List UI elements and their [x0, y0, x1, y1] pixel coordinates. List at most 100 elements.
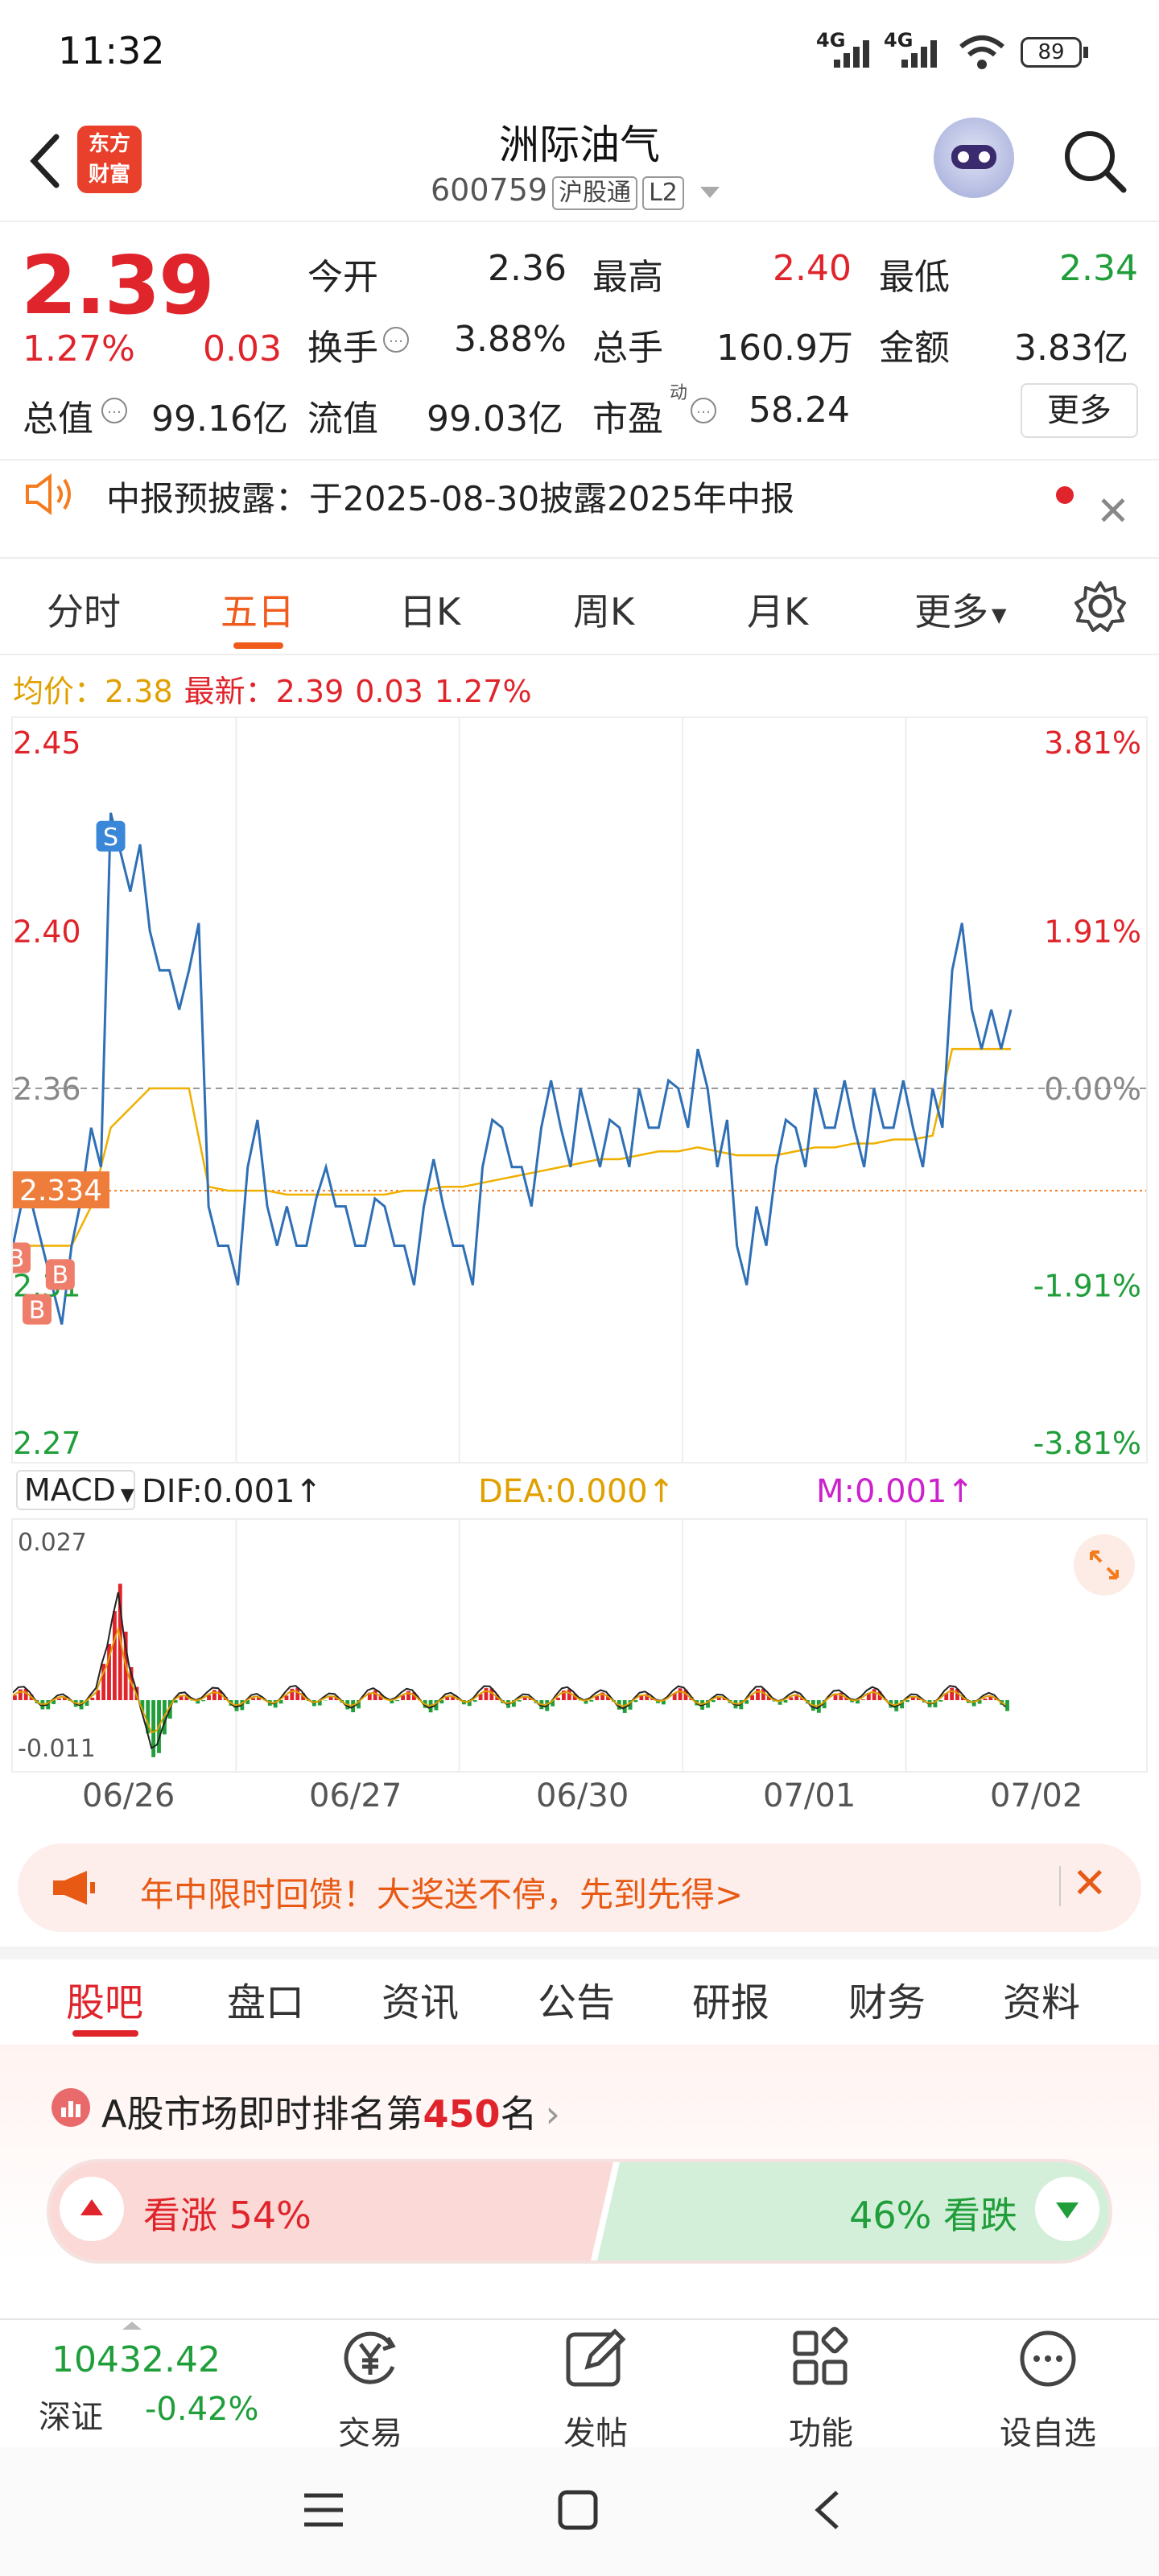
- float-value: 99.03亿: [427, 398, 563, 440]
- settings-gear-icon[interactable]: [1074, 580, 1127, 633]
- macd-m-value: M:0.001: [816, 1473, 947, 1510]
- tag-l2: L2: [642, 176, 684, 210]
- rank-prefix: A股市场即时排名第: [101, 2092, 423, 2136]
- stock-code: 600759: [431, 172, 548, 208]
- tab-news[interactable]: 资讯: [382, 1971, 459, 2027]
- signal-icon-2: [901, 40, 937, 68]
- cursor-price-label: 2.334: [19, 1174, 102, 1208]
- post-edit-icon[interactable]: [563, 2326, 628, 2391]
- tab-guba[interactable]: 股吧: [66, 1971, 143, 2027]
- tab-pankou[interactable]: 盘口: [227, 1971, 304, 2027]
- open-value: 2.36: [488, 248, 567, 289]
- macd-dea-value: DEA:0.000: [478, 1473, 648, 1510]
- tab-monthly-k[interactable]: 月K: [747, 583, 808, 636]
- tab-weekly-k[interactable]: 周K: [573, 583, 634, 636]
- tag-hk-connect: 沪股通: [552, 176, 638, 210]
- tab-profile[interactable]: 资料: [1003, 1971, 1080, 2027]
- price-chart[interactable]: 2.452.402.362.312.27 3.81%1.91%0.00%-1.9…: [2, 716, 1148, 1463]
- macd-bar: [711, 1700, 716, 1703]
- macd-chart[interactable]: 0.027 -0.011: [11, 1518, 1148, 1773]
- vote-up-label[interactable]: 看涨 54%: [143, 2186, 311, 2240]
- menu-icon[interactable]: [301, 2491, 346, 2529]
- search-icon[interactable]: [1062, 129, 1127, 193]
- index-value[interactable]: 10432.42: [52, 2339, 221, 2380]
- tab-daily-k[interactable]: 日K: [399, 583, 460, 636]
- promo-text[interactable]: 年中限时回馈！大奖送不停，先到先得>: [140, 1868, 743, 1917]
- battery-level: 89: [1037, 40, 1065, 64]
- vote-down-label[interactable]: 46% 看跌: [849, 2186, 1017, 2240]
- caret-down-icon: ▼: [992, 603, 1007, 626]
- up-arrow-icon-2: ↑: [647, 1473, 675, 1510]
- macd-bar: [789, 1697, 794, 1700]
- trade-marker-label: B: [13, 1245, 24, 1274]
- macd-bar: [212, 1690, 217, 1700]
- macd-bar: [90, 1697, 95, 1700]
- megaphone-icon: [53, 1871, 95, 1905]
- more-button[interactable]: 更多: [1021, 383, 1138, 438]
- y-tick-right: 3.81%: [1044, 725, 1141, 761]
- macd-bar: [1005, 1700, 1009, 1711]
- more-circle-icon[interactable]: [1016, 2326, 1080, 2391]
- y-tick-right: 1.91%: [1044, 914, 1141, 949]
- rank-text[interactable]: A股市场即时排名第450名 ›: [101, 2085, 560, 2138]
- index-name[interactable]: 深证: [39, 2391, 103, 2438]
- up-arrow-icon-3: ↑: [947, 1473, 975, 1510]
- info-icon[interactable]: …: [383, 327, 409, 353]
- active-subtab-underline: [72, 2030, 138, 2037]
- info-icon-3[interactable]: …: [691, 398, 716, 423]
- last-pct: 1.27%: [434, 674, 532, 709]
- caret-down-icon-2: ▼: [120, 1485, 134, 1505]
- tab-intraday[interactable]: 分时: [47, 583, 121, 636]
- system-back-icon[interactable]: [811, 2487, 843, 2533]
- low-value: 2.34: [1059, 248, 1138, 289]
- macd-bar: [373, 1690, 377, 1700]
- macd-selector[interactable]: MACD ▼: [16, 1470, 135, 1510]
- date-label: 07/02: [990, 1777, 1083, 1814]
- tab-finance[interactable]: 财务: [848, 1971, 926, 2027]
- notice-close-icon[interactable]: ✕: [1096, 488, 1130, 535]
- stock-code-row[interactable]: 600759 沪股通 L2: [431, 172, 720, 210]
- macd-bar: [312, 1700, 316, 1707]
- date-label: 06/26: [82, 1777, 175, 1814]
- trade-yen-icon[interactable]: [338, 2326, 402, 2391]
- turnover-value: 3.88%: [454, 319, 567, 360]
- promo-close-icon[interactable]: ✕: [1072, 1860, 1107, 1908]
- function-grid-icon[interactable]: [789, 2326, 853, 2391]
- macd-bar: [201, 1700, 206, 1702]
- macd-bar: [633, 1700, 638, 1703]
- date-axis: 06/26 06/27 06/30 07/01 07/02: [0, 1776, 1159, 1824]
- triangle-down-icon: [1056, 2202, 1079, 2219]
- date-label: 07/01: [763, 1777, 856, 1814]
- change-amount: 0.03: [203, 328, 282, 369]
- speaker-icon: [26, 473, 71, 515]
- y-tick-left: 2.45: [13, 725, 81, 761]
- macd-bar: [484, 1688, 489, 1700]
- home-square-icon[interactable]: [555, 2487, 600, 2533]
- tab-more[interactable]: 更多 ▼: [914, 583, 1006, 636]
- vote-down-button[interactable]: [1035, 2177, 1099, 2241]
- pe-label: 市盈: [592, 398, 663, 440]
- macd-bar: [18, 1689, 23, 1700]
- macd-bar: [983, 1698, 988, 1700]
- avg-label: 均价：: [13, 674, 105, 709]
- macd-bar: [678, 1688, 683, 1700]
- tab-five-day[interactable]: 五日: [221, 583, 295, 636]
- tab-more-label: 更多: [914, 590, 988, 634]
- expand-up-icon[interactable]: [122, 2322, 142, 2330]
- tab-research[interactable]: 研报: [692, 1971, 769, 2027]
- macd-bar: [589, 1700, 594, 1702]
- notice-text[interactable]: 中报预披露：于2025-08-30披露2025年中报: [106, 472, 794, 521]
- y-tick-left: 2.27: [13, 1426, 81, 1461]
- macd-ymax: 0.027: [18, 1529, 87, 1557]
- tab-announcements[interactable]: 公告: [538, 1971, 615, 2027]
- macd-bar: [905, 1700, 909, 1703]
- notice-divider: [0, 459, 1159, 460]
- index-change[interactable]: -0.42%: [145, 2391, 259, 2428]
- info-icon-2[interactable]: …: [101, 398, 127, 423]
- amount-value: 3.83亿: [1014, 328, 1128, 369]
- macd-bar: [556, 1697, 560, 1700]
- macd-bar: [861, 1699, 865, 1700]
- assistant-robot-icon[interactable]: [934, 118, 1014, 198]
- vote-up-button[interactable]: [60, 2177, 124, 2241]
- macd-dif-value: DIF:0.001: [142, 1473, 295, 1510]
